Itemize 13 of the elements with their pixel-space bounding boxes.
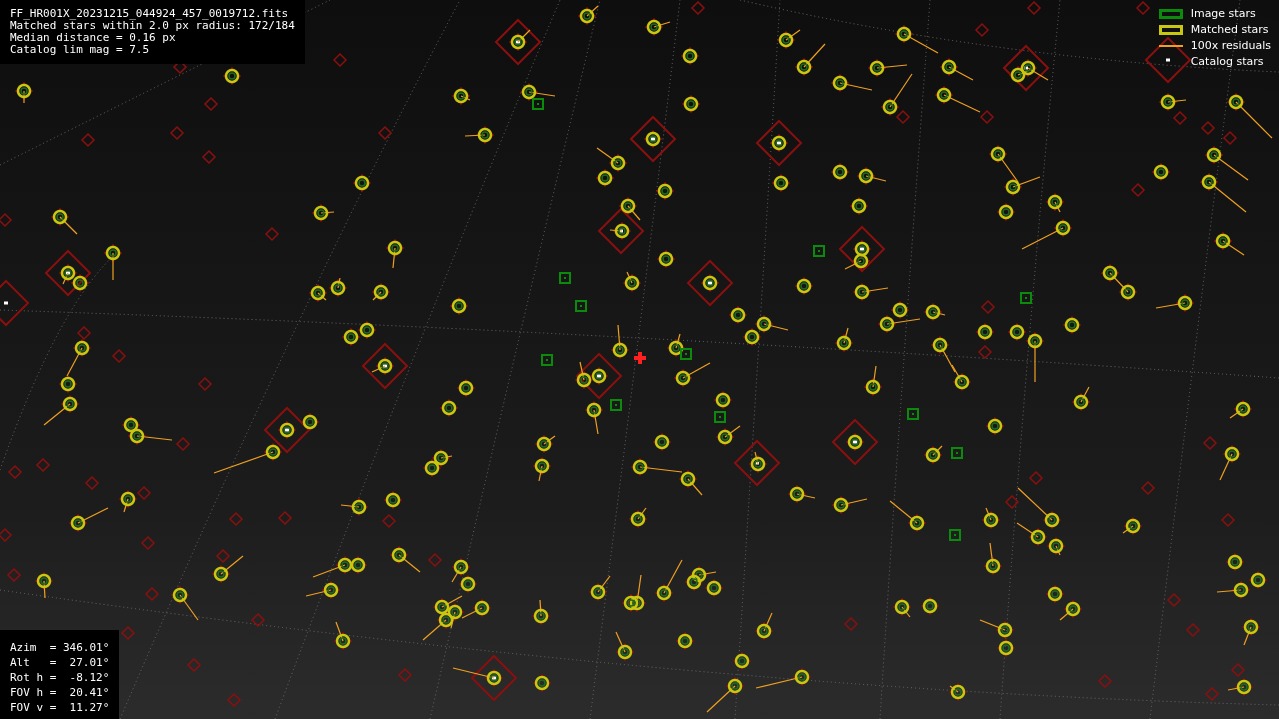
info-text: Matched stars within 2.0 px radius: 172/184 [10, 20, 295, 32]
pointing-text: Azim = 346.01° [10, 640, 110, 655]
info-text: Median distance = 0.16 px [10, 32, 176, 44]
pointing-text: Rot h = -8.12° [10, 670, 110, 685]
pointing-text: FOV h = 20.41° [10, 685, 110, 700]
legend-label: Image stars [1190, 5, 1256, 22]
pointing-text: FOV v = 11.27° [10, 700, 110, 715]
legend-label: Matched stars [1190, 21, 1269, 38]
info-text: FF_HR001X_20231215_044924_457_0019712.fits [10, 8, 289, 20]
info-text: Catalog lim mag = 7.5 [10, 44, 150, 56]
legend-label: Catalog stars [1190, 53, 1264, 70]
legend-label: 100x residuals [1190, 37, 1271, 54]
pointing-text: Alt = 27.01° [10, 655, 110, 670]
